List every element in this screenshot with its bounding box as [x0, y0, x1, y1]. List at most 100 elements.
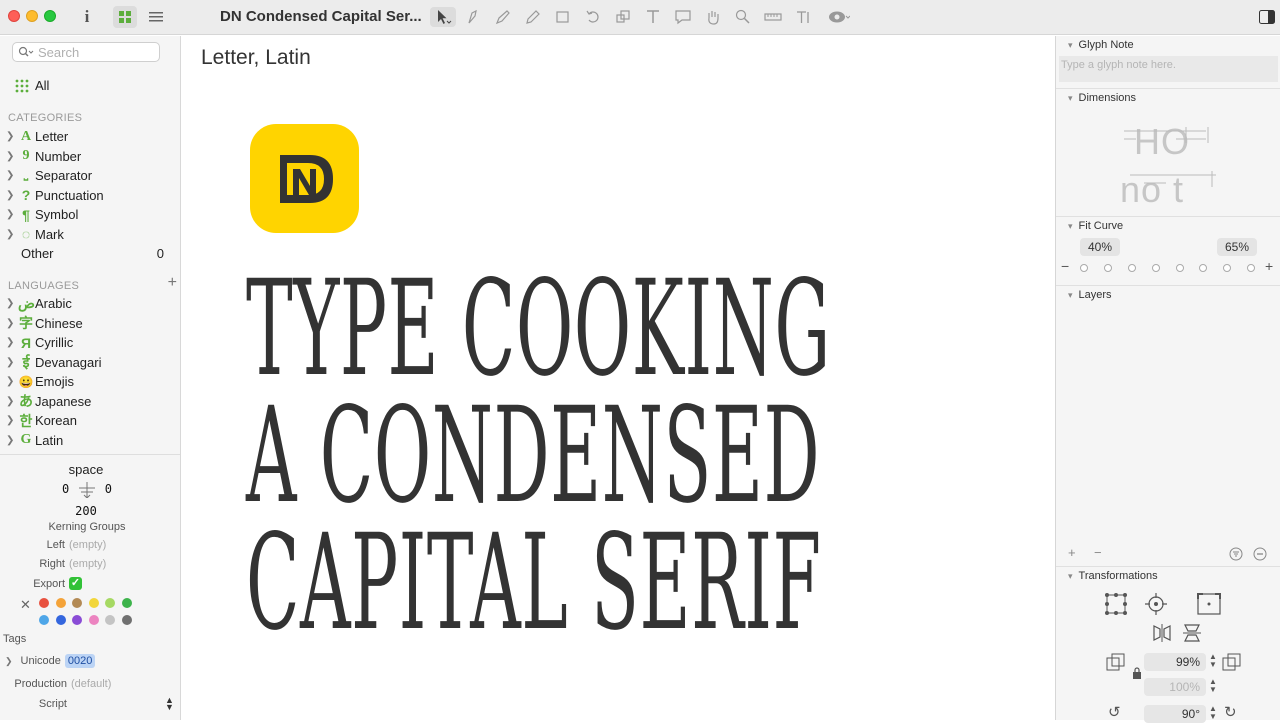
minus-icon[interactable]: −: [1061, 258, 1069, 274]
chevron-down-icon[interactable]: ▾: [1068, 571, 1073, 582]
glyph-canvas[interactable]: Letter, Latin TYPE COOKING A CONDENSED C…: [182, 36, 1055, 720]
sidebar-item-latin[interactable]: ❯ G Latin: [0, 431, 180, 451]
list-view-icon[interactable]: [146, 6, 166, 28]
remove-layer-button[interactable]: −: [1094, 545, 1102, 560]
kerning-right-value[interactable]: (empty): [69, 558, 106, 570]
right-sidebearing[interactable]: 0: [105, 482, 112, 496]
scale-tool-icon[interactable]: [612, 7, 634, 27]
sidebar-item-symbol[interactable]: ❯ ¶ Symbol: [0, 205, 180, 225]
rotate-stepper[interactable]: ▲ ▼: [1208, 705, 1218, 723]
fit-curve-stop[interactable]: [1176, 264, 1184, 272]
toggle-inspector-icon[interactable]: [1258, 6, 1276, 28]
chevron-right-icon[interactable]: ❯: [6, 298, 16, 309]
chevron-right-icon[interactable]: ❯: [6, 357, 16, 368]
script-row[interactable]: Script ▲ ▼: [0, 696, 180, 712]
knife-tool-icon[interactable]: [462, 7, 484, 27]
lock-icon[interactable]: [1132, 667, 1142, 679]
pen-tool-icon[interactable]: [492, 7, 514, 27]
color-swatch-light-green[interactable]: [105, 598, 115, 608]
chevron-down-icon[interactable]: ▾: [1068, 93, 1073, 104]
kerning-left-value[interactable]: (empty): [69, 539, 106, 551]
glyph-note-header[interactable]: ▾ Glyph Note: [1068, 39, 1134, 51]
sidebar-item-number[interactable]: ❯ 9 Number: [0, 147, 180, 167]
advance-width[interactable]: 200: [0, 504, 172, 518]
search-input[interactable]: [38, 45, 156, 60]
color-swatch-dark-gray[interactable]: [122, 615, 132, 625]
info-icon[interactable]: i: [80, 6, 94, 28]
search-field[interactable]: [12, 42, 160, 62]
scale-x-stepper[interactable]: ▲ ▼: [1208, 653, 1218, 671]
minimize-window-button[interactable]: [26, 10, 38, 22]
rotate-field[interactable]: 90°: [1144, 705, 1206, 723]
pencil-tool-icon[interactable]: [522, 7, 544, 27]
scale-y-field[interactable]: 100%: [1144, 678, 1206, 696]
export-checkbox[interactable]: ✓: [69, 577, 82, 590]
sidebar-item-devanagari[interactable]: ❯ ई Devanagari: [0, 353, 180, 373]
chevron-down-icon[interactable]: ▾: [1068, 221, 1073, 232]
color-swatch-light-blue[interactable]: [39, 615, 49, 625]
annotation-tool-icon[interactable]: [672, 7, 694, 27]
dimensions-header[interactable]: ▾ Dimensions: [1068, 92, 1136, 104]
sidebar-item-mark[interactable]: ❯ ◌ Mark: [0, 225, 180, 245]
transformations-header[interactable]: ▾ Transformations: [1068, 570, 1158, 582]
sidebar-item-japanese[interactable]: ❯ あ Japanese: [0, 392, 180, 412]
more-options-icon[interactable]: [1253, 547, 1267, 561]
scale-x-field[interactable]: 99%: [1144, 653, 1206, 671]
chevron-right-icon[interactable]: ❯: [6, 151, 16, 162]
color-swatch-orange[interactable]: [56, 598, 66, 608]
chevron-right-icon[interactable]: ❯: [6, 337, 16, 348]
chevron-right-icon[interactable]: ❯: [6, 190, 16, 201]
sidebar-item-chinese[interactable]: ❯ 字 Chinese: [0, 314, 180, 334]
kerning-left-row[interactable]: Left (empty): [0, 539, 107, 551]
chevron-right-icon[interactable]: ❯: [6, 131, 16, 142]
align-points-icon[interactable]: [1104, 592, 1128, 616]
rectangle-tool-icon[interactable]: [552, 7, 574, 27]
fit-curve-stop[interactable]: [1247, 264, 1255, 272]
layers-header[interactable]: ▾ Layers: [1068, 289, 1112, 301]
bounding-box-icon[interactable]: [1196, 592, 1222, 616]
rotate-tool-icon[interactable]: [582, 7, 604, 27]
chevron-right-icon[interactable]: ❯: [6, 415, 16, 426]
preview-eye-icon[interactable]: [826, 7, 852, 27]
text-metrics-tool-icon[interactable]: [792, 7, 814, 27]
chevron-down-icon[interactable]: ▾: [1068, 40, 1073, 51]
sidebar-item-punctuation[interactable]: ❯? Punctuation: [0, 186, 180, 206]
sidebar-item-letter[interactable]: ❯ A Letter: [0, 127, 180, 147]
plus-icon[interactable]: +: [1265, 258, 1273, 274]
zoom-tool-icon[interactable]: [732, 7, 754, 27]
scale-up-icon[interactable]: [1222, 653, 1242, 671]
add-layer-button[interactable]: +: [1068, 545, 1076, 560]
unicode-value[interactable]: 0020: [64, 654, 96, 668]
color-swatch-red[interactable]: [39, 598, 49, 608]
scale-y-stepper[interactable]: ▲ ▼: [1208, 678, 1218, 696]
chevron-right-icon[interactable]: ❯: [6, 318, 16, 329]
chevron-right-icon[interactable]: ❯: [6, 396, 16, 407]
fit-curve-stop[interactable]: [1080, 264, 1088, 272]
clear-color-icon[interactable]: ✕: [20, 597, 31, 613]
close-window-button[interactable]: [8, 10, 20, 22]
filter-icon[interactable]: [1229, 547, 1243, 561]
chevron-right-icon[interactable]: ❯: [6, 435, 16, 446]
color-swatch-pink[interactable]: [89, 615, 99, 625]
text-tool-icon[interactable]: [642, 7, 664, 27]
flip-vertical-icon[interactable]: [1182, 623, 1202, 643]
grid-view-icon[interactable]: [113, 6, 137, 28]
fit-curve-stop[interactable]: [1104, 264, 1112, 272]
zoom-window-button[interactable]: [44, 10, 56, 22]
fit-curve-stop[interactable]: [1128, 264, 1136, 272]
color-swatch-brown[interactable]: [72, 598, 82, 608]
sidebar-item-cyrillic[interactable]: ❯ Я Cyrillic: [0, 333, 180, 353]
chevron-right-icon[interactable]: ❯: [6, 209, 16, 220]
fit-curve-max-value[interactable]: 65%: [1217, 238, 1257, 256]
sidebar-item-korean[interactable]: ❯ 한 Korean: [0, 411, 180, 431]
chevron-right-icon[interactable]: ❯: [6, 229, 16, 240]
fit-curve-stop[interactable]: [1199, 264, 1207, 272]
kerning-right-row[interactable]: Right (empty): [0, 558, 106, 570]
production-value[interactable]: (default): [71, 678, 111, 690]
chevron-right-icon[interactable]: ❯: [6, 170, 16, 181]
chevron-down-icon[interactable]: ▾: [1068, 290, 1073, 301]
pointer-tool-icon[interactable]: [430, 7, 456, 27]
sidebar-item-separator[interactable]: ❯ ⎵ Separator: [0, 166, 180, 186]
chevron-right-icon[interactable]: ❯: [6, 376, 16, 387]
sidebar-item-arabic[interactable]: ❯ ض Arabic: [0, 294, 180, 314]
